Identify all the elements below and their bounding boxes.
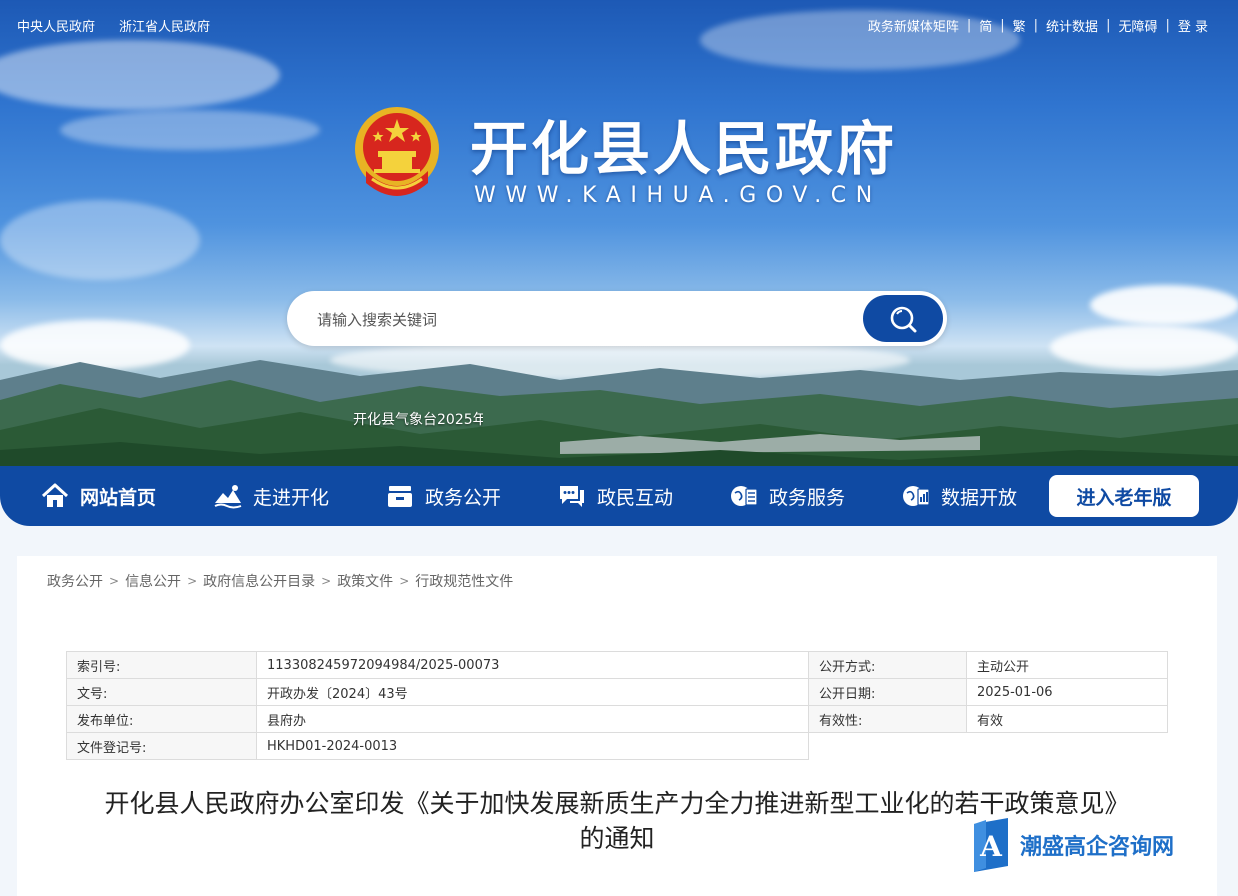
link-zhejiang-government[interactable]: 浙江省人民政府 (119, 16, 210, 35)
meta-value: 113308245972094984/2025-00073 (256, 651, 809, 679)
site-title: 开化县人民政府 (470, 115, 898, 183)
news-ticker[interactable]: 开化县气象台2025年 (353, 409, 483, 429)
watermark: A 潮盛高企咨询网 (970, 816, 1174, 874)
nav-item-open-data[interactable]: 数据开放 (901, 466, 1017, 526)
meta-value: 开政办发〔2024〕43号 (256, 678, 809, 706)
top-left-links: 中央人民政府 浙江省人民政府 (17, 16, 210, 35)
meta-label: 发布单位: (66, 705, 257, 733)
nav-item-gov-services[interactable]: 政务服务 (729, 466, 845, 526)
nav-item-gov-affairs[interactable]: 政务公开 (385, 466, 501, 526)
meta-value: 主动公开 (966, 651, 1168, 679)
cloud (60, 110, 320, 150)
link-separator: | (966, 18, 972, 33)
nav-item-label: 政民互动 (597, 486, 674, 509)
breadcrumb-separator: > (321, 574, 332, 588)
search-box (287, 291, 947, 348)
globe-doc-icon (731, 486, 758, 506)
breadcrumb-item[interactable]: 政务公开 (47, 571, 103, 591)
breadcrumb-separator: > (109, 574, 120, 588)
meta-label: 公开方式: (808, 651, 967, 679)
meta-label: 公开日期: (808, 678, 967, 706)
landscape-icon (214, 485, 242, 509)
breadcrumb-item[interactable]: 政策文件 (337, 571, 393, 591)
breadcrumb-item[interactable]: 行政规范性文件 (415, 571, 513, 591)
meta-value: HKHD01-2024-0013 (256, 732, 809, 760)
search-input[interactable] (315, 291, 859, 348)
meta-label: 有效性: (808, 705, 967, 733)
table-row: 发布单位: 县府办 有效性: 有效 (66, 705, 1168, 733)
nav-item-label: 数据开放 (941, 486, 1018, 509)
search-icon (890, 306, 917, 332)
chat-icon (560, 486, 584, 507)
breadcrumb-separator: > (399, 574, 410, 588)
meta-label: 索引号: (66, 651, 257, 679)
cloud (0, 40, 280, 110)
nav-item-about-kaihua[interactable]: 走进开化 (213, 466, 329, 526)
cloud (1090, 285, 1238, 325)
meta-value: 有效 (966, 705, 1168, 733)
link-traditional[interactable]: 繁 (1013, 16, 1026, 35)
breadcrumb: 政务公开 > 信息公开 > 政府信息公开目录 > 政策文件 > 行政规范性文件 (47, 571, 513, 591)
header-banner: 中央人民政府 浙江省人民政府 政务新媒体矩阵 | 简 | 繁 | 统计数据 | … (0, 0, 1238, 468)
link-simplified[interactable]: 简 (979, 16, 992, 35)
cloud (0, 200, 200, 280)
link-central-government[interactable]: 中央人民政府 (17, 16, 95, 35)
link-separator: | (1165, 18, 1170, 33)
link-separator: | (1106, 18, 1111, 33)
home-icon (41, 483, 69, 507)
elder-version-button[interactable]: 进入老年版 (1049, 475, 1199, 517)
search-button[interactable] (863, 295, 943, 342)
link-separator: | (1000, 18, 1005, 33)
link-login[interactable]: 登 录 (1178, 16, 1208, 35)
mountain-landscape (0, 360, 1238, 468)
link-accessibility[interactable]: 无障碍 (1118, 16, 1157, 35)
nav-item-home[interactable]: 网站首页 (40, 466, 156, 526)
link-statistics[interactable]: 统计数据 (1046, 16, 1098, 35)
breadcrumb-item[interactable]: 信息公开 (125, 571, 181, 591)
inbox-icon (388, 486, 412, 507)
breadcrumb-separator: > (187, 574, 198, 588)
nav-item-label: 政务公开 (425, 486, 502, 509)
table-row: 索引号: 113308245972094984/2025-00073 公开方式:… (66, 651, 1168, 679)
meta-value: 2025-01-06 (966, 678, 1168, 706)
link-separator: | (1033, 18, 1039, 33)
nav-item-interaction[interactable]: 政民互动 (557, 466, 673, 526)
table-row: 文件登记号: HKHD01-2024-0013 (66, 732, 1168, 760)
breadcrumb-item[interactable]: 政府信息公开目录 (203, 571, 315, 591)
globe-data-icon (903, 486, 930, 506)
national-emblem-icon (355, 107, 439, 196)
watermark-text: 潮盛高企咨询网 (1020, 834, 1175, 860)
document-meta-table: 索引号: 113308245972094984/2025-00073 公开方式:… (66, 651, 1168, 760)
meta-empty-cell (808, 732, 1168, 760)
table-row: 文号: 开政办发〔2024〕43号 公开日期: 2025-01-06 (66, 678, 1168, 706)
nav-item-label: 政务服务 (769, 486, 846, 509)
meta-label: 文号: (66, 678, 257, 706)
nav-item-label: 网站首页 (80, 486, 157, 509)
meta-value: 县府办 (256, 705, 809, 733)
nav-item-label: 走进开化 (253, 486, 330, 509)
meta-label: 文件登记号: (66, 732, 257, 760)
link-new-media-matrix[interactable]: 政务新媒体矩阵 (868, 16, 959, 35)
main-navigation: 网站首页 走进开化 政务公开 政民互动 政务服务 数据开放 进入老年版 (0, 466, 1238, 526)
top-right-links: 政务新媒体矩阵 | 简 | 繁 | 统计数据 | 无障碍 | 登 录 (868, 16, 1208, 35)
watermark-logo-letter: A (979, 830, 1003, 863)
site-domain: WWW.KAIHUA.GOV.CN (474, 183, 882, 208)
watermark-logo-icon: A (974, 818, 1008, 872)
